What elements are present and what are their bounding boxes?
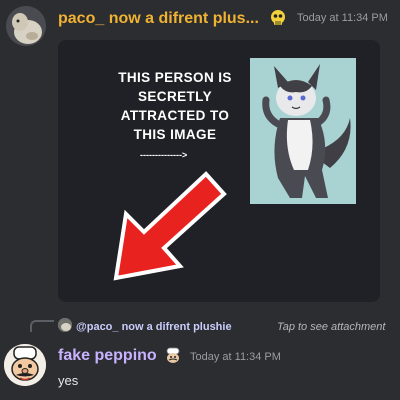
reply-connector xyxy=(30,320,54,332)
meme-caption: THIS PERSON IS SECRETLY ATTRACTED TO THI… xyxy=(94,68,256,144)
red-arrow-icon xyxy=(108,168,228,282)
reply-avatar-icon xyxy=(58,318,72,332)
timestamp: Today at 11:34 PM xyxy=(297,12,388,24)
caption-line: ATTRACTED TO xyxy=(120,108,230,123)
username-paco[interactable]: paco_ now a difrent plus... xyxy=(58,10,259,28)
chef-badge-icon xyxy=(163,347,183,365)
furry-character-drawing xyxy=(250,58,356,204)
caption-dashed-arrow: --------------> xyxy=(140,150,188,160)
caption-line: THIS IMAGE xyxy=(133,127,217,142)
user-avatar-paco[interactable] xyxy=(6,6,46,46)
reply-mention[interactable]: @paco_ now a difrent plushie xyxy=(76,321,232,333)
caption-line: THIS PERSON IS xyxy=(118,70,232,85)
reply-attachment-hint[interactable]: Tap to see attachment xyxy=(277,321,385,333)
timestamp: Today at 11:34 PM xyxy=(190,351,281,363)
skull-badge-icon xyxy=(268,8,288,28)
message-text: yes xyxy=(58,373,79,388)
chat-screen: paco_ now a difrent plus... Today at 11:… xyxy=(0,0,400,400)
username-fake-peppino[interactable]: fake peppino xyxy=(58,347,157,365)
caption-line: SECRETLY xyxy=(138,89,212,104)
user-avatar-peppino[interactable] xyxy=(4,344,46,386)
